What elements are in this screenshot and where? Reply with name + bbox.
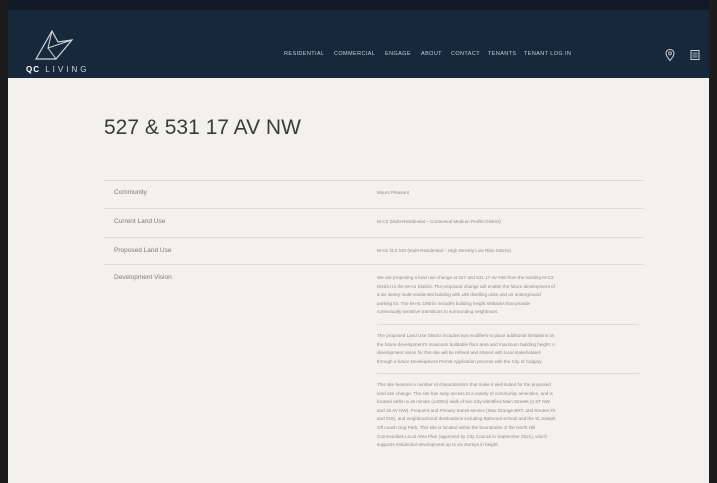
vision-line: Off Leash Dog Park. This site is located… (377, 424, 536, 430)
vision-line: supports residential development up to s… (377, 442, 499, 448)
detail-row-development-vision: Development Vision We are proposing a la… (104, 264, 644, 483)
vision-line: Communities Local Area Plan (approved by… (377, 433, 548, 439)
vision-paragraph-3: This site features a number of character… (377, 381, 639, 450)
vision-line: District to the M-H1 District. The propo… (377, 283, 555, 289)
brand-logo[interactable]: QC LIVING (26, 28, 96, 76)
vision-line: parking lot. The M-H1 District includes … (377, 300, 531, 306)
detail-label: Current Land Use (114, 218, 166, 225)
vision-line: a six storey multi-residential building … (377, 292, 541, 298)
detail-label: Development Vision (114, 274, 172, 281)
vision-line: We are proposing a land use change at 52… (377, 275, 554, 280)
vision-line: land use change. The site has easy acces… (377, 390, 553, 396)
detail-label: Proposed Land Use (114, 247, 172, 254)
map-pin-icon[interactable] (663, 48, 677, 62)
row-divider (104, 237, 644, 238)
brand-name: LIVING (45, 65, 90, 74)
browser-top-strip (8, 0, 709, 10)
vision-line: contextually sensitive transitions to su… (377, 309, 499, 315)
detail-value: M-C2 (Multi-Residential – Contextual Med… (377, 219, 501, 224)
detail-value: Mount Pleasant (377, 190, 409, 195)
vision-line: through a future Development Permit Appl… (377, 358, 543, 364)
nav-residential[interactable]: RESIDENTIAL (284, 51, 324, 57)
vision-line: This site features a number of character… (377, 382, 551, 387)
nav-commercial[interactable]: COMMERCIAL (334, 51, 375, 57)
brand-wordmark: QC LIVING (26, 65, 89, 74)
row-divider (104, 180, 644, 181)
nav-engage[interactable]: ENGAGE (385, 51, 411, 57)
row-divider (104, 208, 644, 209)
page-title: 527 & 531 17 AV NW (104, 116, 301, 139)
nav-tenants[interactable]: TENANTS (488, 51, 516, 57)
vision-line: The proposed Land Use District includes … (377, 333, 555, 338)
page: QC LIVING RESIDENTIAL COMMERCIAL ENGAGE … (8, 0, 709, 483)
vision-line: the future development's maximum buildab… (377, 341, 556, 347)
vision-line: and #19), and neighbourhood destinations… (377, 416, 556, 422)
nav-about[interactable]: ABOUT (421, 51, 442, 57)
nav-contact[interactable]: CONTACT (451, 51, 480, 57)
vision-line: located within a ±5 minute (±400m) walk … (377, 399, 550, 405)
roof-logo-icon (34, 29, 74, 60)
nav-tenant-log-in[interactable]: TENANT LOG IN (524, 51, 571, 57)
site-header: QC LIVING RESIDENTIAL COMMERCIAL ENGAGE … (8, 10, 709, 78)
menu-icon[interactable] (688, 48, 702, 62)
brand-mark: QC (26, 65, 40, 74)
detail-label: Community (114, 189, 147, 196)
paragraph-divider (377, 324, 639, 325)
paragraph-divider (377, 373, 639, 374)
vision-paragraph-1: We are proposing a land use change at 52… (377, 274, 639, 317)
detail-value: M-H1 f4.0 h20 (Multi-Residential – High … (377, 248, 512, 253)
vision-paragraph-2: The proposed Land Use District includes … (377, 332, 639, 366)
vision-line: development vision for this site will be… (377, 350, 541, 356)
vision-line: and 16 AV NW). Frequent and Primary tran… (377, 407, 556, 413)
